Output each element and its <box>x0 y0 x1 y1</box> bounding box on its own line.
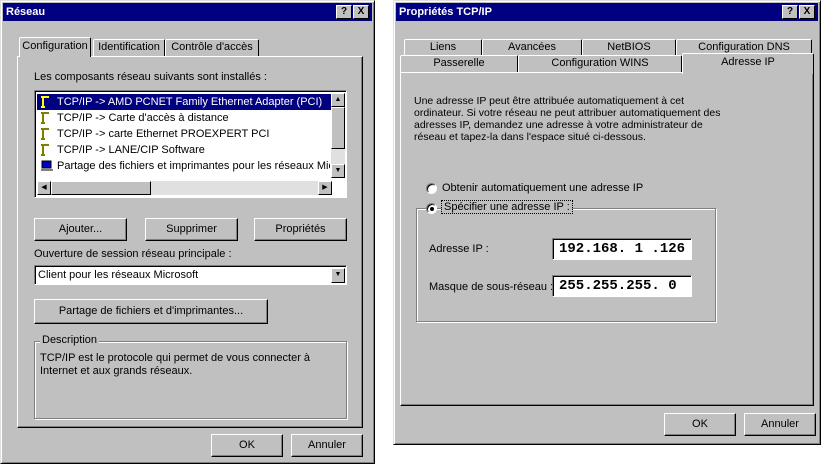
network-dialog: Réseau ? X Configuration Identification … <box>0 0 375 464</box>
ip-intro-text: Une adresse IP peut être attribuée autom… <box>414 95 721 143</box>
description-legend: Description <box>40 334 100 346</box>
tcpip-title: Propriétés TCP/IP <box>399 6 492 18</box>
list-horizontal-scrollbar[interactable]: ◀ ▶ <box>37 181 332 195</box>
primary-logon-label: Ouverture de session réseau principale : <box>34 248 232 260</box>
ip-address-field[interactable]: 192.168. 1 .126 <box>552 238 692 260</box>
list-item[interactable]: Partage des fichiers et imprimantes pour… <box>37 158 330 174</box>
manual-ip-group: Spécifier une adresse IP : Adresse IP : … <box>416 200 716 322</box>
network-title-bar[interactable]: Réseau ? X <box>3 3 372 21</box>
scroll-up-icon[interactable]: ▲ <box>331 93 345 107</box>
subnet-mask-field[interactable]: 255.255.255. 0 <box>552 275 692 297</box>
file-sharing-icon <box>41 160 53 171</box>
obtain-ip-auto-radio[interactable] <box>426 183 437 194</box>
help-button[interactable]: ? <box>336 5 352 19</box>
scroll-left-icon[interactable]: ◀ <box>37 181 51 195</box>
list-item[interactable]: TCP/IP -> AMD PCNET Family Ethernet Adap… <box>37 94 344 110</box>
list-item[interactable]: TCP/IP -> LANE/CIP Software <box>37 142 344 158</box>
close-button[interactable]: X <box>799 5 815 19</box>
ok-button[interactable]: OK <box>664 413 736 436</box>
chevron-down-icon[interactable]: ▼ <box>331 268 345 283</box>
scroll-right-icon[interactable]: ▶ <box>318 181 332 195</box>
obtain-ip-auto-label[interactable]: Obtenir automatiquement une adresse IP <box>442 182 643 194</box>
subnet-mask-label: Masque de sous-réseau : <box>429 281 554 293</box>
properties-button[interactable]: Propriétés <box>254 218 347 241</box>
file-printer-sharing-button[interactable]: Partage de fichiers et d'imprimantes... <box>34 299 268 324</box>
list-item[interactable]: TCP/IP -> Carte d'accès à distance <box>37 110 344 126</box>
tab-identification[interactable]: Identification <box>93 39 165 56</box>
scroll-down-icon[interactable]: ▼ <box>331 164 345 178</box>
network-protocol-icon <box>41 128 49 140</box>
help-button[interactable]: ? <box>782 5 798 19</box>
tab-access-control[interactable]: Contrôle d'accès <box>165 39 259 56</box>
network-protocol-icon <box>41 96 49 108</box>
scroll-thumb[interactable] <box>331 107 345 149</box>
tab-links[interactable]: Liens <box>404 39 482 56</box>
remove-button[interactable]: Supprimer <box>145 218 238 241</box>
ip-address-panel: Une adresse IP peut être attribuée autom… <box>400 72 814 406</box>
tab-netbios[interactable]: NetBIOS <box>582 39 676 56</box>
description-group: Description TCP/IP est le protocole qui … <box>34 334 347 419</box>
installed-components-label: Les composants réseau suivants sont inst… <box>34 71 267 83</box>
add-button[interactable]: Ajouter... <box>34 218 127 241</box>
network-title: Réseau <box>6 6 46 18</box>
network-protocol-icon <box>41 144 49 156</box>
tcpip-title-bar[interactable]: Propriétés TCP/IP ? X <box>396 3 818 21</box>
list-vertical-scrollbar[interactable]: ▲ ▼ <box>331 93 345 178</box>
ok-button[interactable]: OK <box>211 434 283 457</box>
description-text: TCP/IP est le protocole qui permet de vo… <box>40 352 311 377</box>
close-button[interactable]: X <box>353 5 369 19</box>
cancel-button[interactable]: Annuler <box>291 434 363 457</box>
cancel-button[interactable]: Annuler <box>744 413 816 436</box>
tab-configuration[interactable]: Configuration <box>19 37 91 57</box>
specify-ip-label[interactable]: Spécifier une adresse IP : <box>441 200 573 214</box>
tab-advanced[interactable]: Avancées <box>482 39 582 56</box>
tab-gateway[interactable]: Passerelle <box>400 55 518 72</box>
network-protocol-icon <box>41 112 49 124</box>
scroll-thumb-horizontal[interactable] <box>51 181 151 195</box>
list-item[interactable]: TCP/IP -> carte Ethernet PROEXPERT PCI <box>37 126 344 142</box>
specify-ip-radio[interactable] <box>426 203 437 214</box>
tab-wins-configuration[interactable]: Configuration WINS <box>518 55 682 72</box>
configuration-panel: Les composants réseau suivants sont inst… <box>17 56 363 428</box>
primary-logon-select[interactable]: Client pour les réseaux Microsoft ▼ <box>34 265 347 285</box>
tab-ip-address[interactable]: Adresse IP <box>682 53 814 74</box>
ip-address-label: Adresse IP : <box>429 243 489 255</box>
components-list[interactable]: TCP/IP -> AMD PCNET Family Ethernet Adap… <box>34 90 347 198</box>
tcpip-properties-dialog: Propriétés TCP/IP ? X Liens Avancées Net… <box>393 0 821 445</box>
